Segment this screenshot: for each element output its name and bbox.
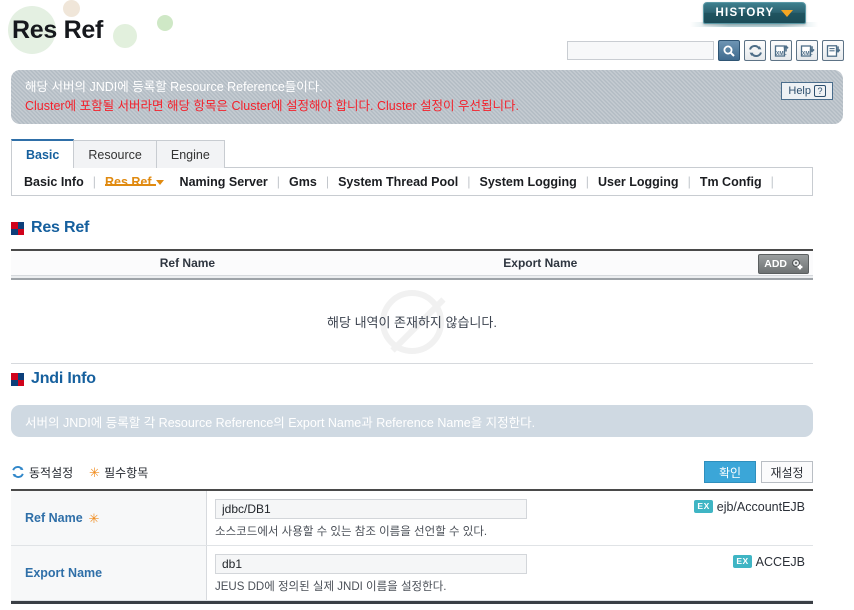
subtab-system-thread-pool[interactable]: System Thread Pool xyxy=(330,175,466,189)
subtab-tm-config[interactable]: Tm Config xyxy=(692,175,770,189)
export-name-help-text: JEUS DD에 정의된 실제 JNDI 이름을 설정한다. xyxy=(215,581,447,593)
form-body-cell-ref-name: 소스코드에서 사용할 수 있는 참조 이름을 선언할 수 있다. xyxy=(207,491,603,545)
column-header-ref-name: Ref Name xyxy=(159,256,216,270)
decorative-circle-small xyxy=(157,15,173,31)
decorative-circle-medium xyxy=(113,24,137,48)
app-page: Res Ref HISTORY XML XML 해당 서버의 JNDI에 등록할… xyxy=(0,0,854,610)
active-subtab-underline xyxy=(105,183,156,186)
svg-text:XML: XML xyxy=(802,51,813,57)
form-label-ref-name: Ref Name xyxy=(25,511,83,525)
svg-text:XML: XML xyxy=(776,51,787,57)
legend-dynamic-config: 동적설정 xyxy=(11,464,73,481)
res-ref-section-title: Res Ref xyxy=(31,219,90,236)
section-marker-icon xyxy=(11,221,24,235)
export-name-input[interactable] xyxy=(215,554,527,574)
dynamic-config-icon xyxy=(12,466,24,478)
page-header: Res Ref HISTORY XML XML xyxy=(0,0,854,62)
history-button-label: HISTORY xyxy=(715,7,775,19)
search-toolbar: XML XML xyxy=(567,40,844,61)
subtab-basic-info[interactable]: Basic Info xyxy=(22,175,92,189)
form-example-cell-ref-name: EX ejb/AccountEJB xyxy=(603,491,813,545)
ref-name-example-text: ejb/AccountEJB xyxy=(716,500,805,514)
search-icon xyxy=(723,45,735,57)
export-report-icon xyxy=(826,44,840,57)
jndi-info-section-header: Jndi Info xyxy=(11,370,96,388)
form-row-ref-name: Ref Name ✳ 소스코드에서 사용할 수 있는 참조 이름을 선언할 수 … xyxy=(11,491,813,546)
jndi-info-banner-text: 서버의 JNDI에 등록할 각 Resource Reference의 Expo… xyxy=(25,415,536,430)
form-action-buttons: 확인 재설정 xyxy=(704,461,813,483)
subtab-system-logging[interactable]: System Logging xyxy=(472,175,585,189)
legend-required-field-label: 필수항목 xyxy=(104,465,149,480)
xml-download-icon: XML xyxy=(800,44,815,57)
xml-download-button[interactable]: XML xyxy=(796,40,818,61)
decorative-circle-beige xyxy=(63,0,80,17)
search-button[interactable] xyxy=(718,40,740,61)
chevron-down-icon xyxy=(781,9,794,17)
add-button-label: ADD xyxy=(764,258,787,270)
subtab-res-ref-label: Res Ref xyxy=(105,174,152,189)
legend-and-actions-row: 동적설정 ✳ 필수항목 확인 재설정 xyxy=(11,458,813,486)
legend-dynamic-config-label: 동적설정 xyxy=(29,465,74,480)
help-button-label: Help xyxy=(788,85,811,97)
res-ref-table: Ref Name Export Name ADD 해당 내역이 존재하지 않습니… xyxy=(11,249,813,364)
res-ref-table-header: Ref Name Export Name ADD xyxy=(11,249,813,276)
form-row-export-name: Export Name JEUS DD에 정의된 실제 JNDI 이름을 설정한… xyxy=(11,546,813,601)
tab-bar-container: Basic Resource Engine Basic Info | Res R… xyxy=(11,139,813,196)
export-report-button[interactable] xyxy=(822,40,844,61)
ref-name-help-text: 소스코드에서 사용할 수 있는 참조 이름을 선언할 수 있다. xyxy=(215,526,488,538)
jndi-info-banner: 서버의 JNDI에 등록할 각 Resource Reference의 Expo… xyxy=(11,405,813,437)
form-body-cell-export-name: JEUS DD에 정의된 실제 JNDI 이름을 설정한다. xyxy=(207,546,603,600)
column-header-export-name: Export Name xyxy=(503,256,578,270)
reset-button[interactable]: 재설정 xyxy=(761,461,813,483)
refresh-icon xyxy=(748,44,762,57)
jndi-info-form: Ref Name ✳ 소스코드에서 사용할 수 있는 참조 이름을 선언할 수 … xyxy=(11,489,813,605)
tab-resource[interactable]: Resource xyxy=(73,140,157,168)
ref-name-input[interactable] xyxy=(215,499,527,519)
form-label-cell-export-name: Export Name xyxy=(11,546,207,600)
add-gear-icon xyxy=(792,259,803,270)
description-line-1: 해당 서버의 JNDI에 등록할 Resource Reference들이다. xyxy=(25,80,323,94)
subtab-res-ref[interactable]: Res Ref xyxy=(97,175,172,189)
history-button[interactable]: HISTORY xyxy=(703,2,806,24)
help-question-icon: ? xyxy=(814,85,826,97)
form-label-cell-ref-name: Ref Name ✳ xyxy=(11,491,207,545)
form-example-cell-export-name: EX ACCEJB xyxy=(603,546,813,600)
tab-basic[interactable]: Basic xyxy=(11,139,75,168)
add-button[interactable]: ADD xyxy=(758,254,809,274)
jndi-info-section-title: Jndi Info xyxy=(31,370,96,387)
xml-upload-button[interactable]: XML xyxy=(770,40,792,61)
help-button[interactable]: Help ? xyxy=(781,82,833,100)
chevron-down-icon xyxy=(155,179,164,185)
page-description-banner: 해당 서버의 JNDI에 등록할 Resource Reference들이다. … xyxy=(11,70,843,124)
form-label-export-name: Export Name xyxy=(25,566,103,580)
res-ref-section-header: Res Ref xyxy=(11,219,89,237)
description-line-2: Cluster에 포함될 서버라면 해당 항목은 Cluster에 설정해야 합… xyxy=(25,99,519,113)
subtab-gms[interactable]: Gms xyxy=(281,175,325,189)
required-asterisk-icon: ✳ xyxy=(89,464,101,480)
empty-state-message: 해당 내역이 존재하지 않습니다. xyxy=(327,315,497,330)
res-ref-empty-state: 해당 내역이 존재하지 않습니다. xyxy=(11,280,813,364)
primary-tabs: Basic Resource Engine xyxy=(11,139,813,168)
secondary-tabs: Basic Info | Res Ref Naming Server | Gms… xyxy=(11,168,813,196)
xml-upload-icon: XML xyxy=(774,44,789,57)
form-bottom-rule xyxy=(11,601,813,605)
tab-engine[interactable]: Engine xyxy=(155,140,225,168)
subtab-naming-server[interactable]: Naming Server xyxy=(172,175,276,189)
example-badge-icon: EX xyxy=(733,555,752,568)
subtab-user-logging[interactable]: User Logging xyxy=(590,175,687,189)
example-badge-icon: EX xyxy=(694,500,713,513)
section-marker-icon xyxy=(11,372,24,386)
legend-required-field: ✳ 필수항목 xyxy=(89,464,148,481)
subtab-divider: | xyxy=(770,174,774,189)
confirm-button[interactable]: 확인 xyxy=(704,461,756,483)
refresh-button[interactable] xyxy=(744,40,766,61)
page-title: Res Ref xyxy=(12,16,103,44)
export-name-example-text: ACCEJB xyxy=(755,555,805,569)
search-input[interactable] xyxy=(567,41,714,60)
required-asterisk-icon: ✳ xyxy=(88,510,100,526)
